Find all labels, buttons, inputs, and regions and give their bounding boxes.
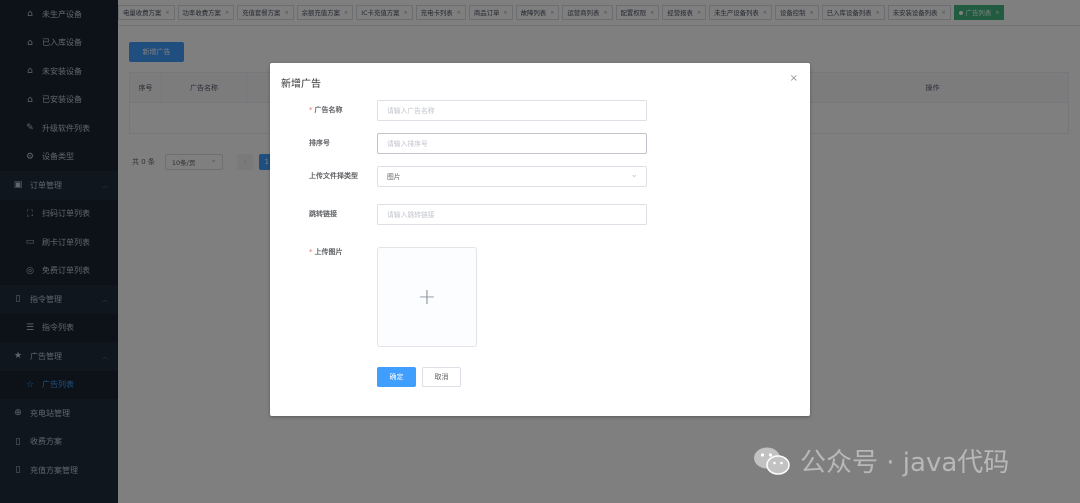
required-asterisk: *	[309, 106, 313, 114]
plus-icon: +	[417, 284, 437, 310]
dialog-title: 新增广告	[281, 79, 321, 90]
close-icon[interactable]: ×	[790, 73, 798, 84]
watermark: 公众号 · java代码	[752, 442, 1009, 479]
file-type-label: 上传文件择类型	[309, 172, 358, 180]
cancel-button[interactable]: 取消	[422, 367, 461, 387]
image-upload-area[interactable]: +	[377, 247, 477, 347]
required-asterisk: *	[309, 248, 313, 256]
link-label: 跳转链接	[309, 210, 337, 218]
ad-name-input[interactable]: 请输入广告名称	[377, 99, 647, 121]
chevron-down-icon: ⌄	[630, 169, 638, 180]
file-type-select[interactable]: 图片 ⌄	[377, 165, 647, 187]
wechat-logo-icon	[754, 447, 790, 475]
sort-input[interactable]: 请输入排序号	[377, 132, 647, 154]
add-ad-dialog: 新增广告 × * 广告名称 请输入广告名称 排序号 请输入排序号 上传文件择类型 …	[270, 63, 810, 416]
file-type-value: 图片	[387, 173, 401, 181]
image-label: * 上传图片	[309, 248, 343, 256]
watermark-text: 公众号 · java代码	[800, 448, 1010, 478]
confirm-button[interactable]: 确定	[377, 367, 416, 387]
link-input[interactable]: 请输入跳转链接	[377, 203, 647, 225]
ad-name-label: * 广告名称	[309, 106, 343, 114]
sort-label: 排序号	[309, 139, 330, 147]
